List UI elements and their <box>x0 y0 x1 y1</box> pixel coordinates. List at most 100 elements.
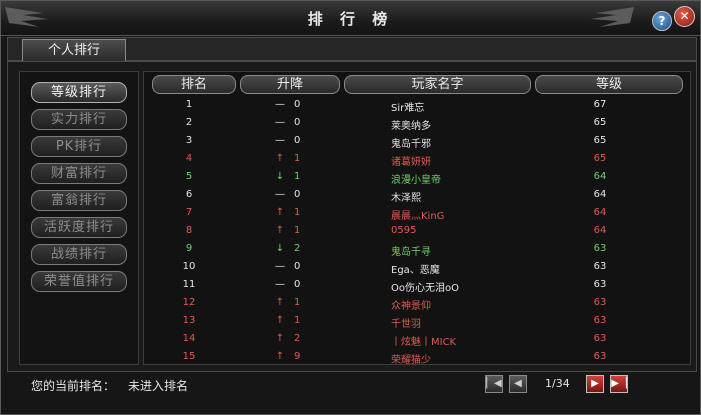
rank-cell: 5 <box>185 171 193 182</box>
title-bar[interactable]: 排 行 榜 ? ✕ <box>1 1 700 36</box>
table-row[interactable]: 12 ↑ 1 众神景仰 63 <box>144 295 690 313</box>
sidebar-item-1[interactable]: 实力排行 <box>31 109 127 130</box>
player-name: 众神景仰 <box>391 301 431 312</box>
change-arrow-icon: ↑ <box>275 333 285 344</box>
player-name: Sir难忘 <box>391 103 425 114</box>
player-name: 0595 <box>391 225 417 236</box>
ranking-content: 等级排行实力排行 PK排行财富排行富翁排行活跃度排行战绩排行荣誉值排行 排名 升降… <box>7 61 697 372</box>
next-page-button[interactable]: ▶ <box>586 375 604 393</box>
player-name: 鬼岛千邪 <box>391 139 431 150</box>
change-value: 1 <box>294 171 301 182</box>
change-value: 2 <box>294 333 301 344</box>
table-row[interactable]: 13 ↑ 1 千世羽 63 <box>144 313 690 331</box>
sidebar-item-6[interactable]: 战绩排行 <box>31 244 127 265</box>
rank-cell: 1 <box>185 99 193 110</box>
table-row[interactable]: 15 ↑ 9 荣耀猫少 63 <box>144 349 690 367</box>
rank-cell: 14 <box>182 333 196 344</box>
current-rank-label: 您的当前排名： <box>31 379 116 393</box>
rank-cell: 13 <box>182 315 196 326</box>
change-arrow-icon: ↑ <box>275 297 285 308</box>
next-page-icon: ▶ <box>591 378 599 389</box>
level-cell: 65 <box>593 153 607 164</box>
change-arrow-icon: — <box>275 189 285 200</box>
player-name: 诸葛妍妍 <box>391 157 431 168</box>
last-page-button[interactable]: ▶▕ <box>610 375 628 393</box>
sidebar-item-4[interactable]: 富翁排行 <box>31 190 127 211</box>
table-row[interactable]: 8 ↑ 1 0595 64 <box>144 223 690 241</box>
level-cell: 67 <box>593 99 607 110</box>
table-row[interactable]: 6 — 0 木泽熙 64 <box>144 187 690 205</box>
table-row[interactable]: 11 — 0 Oo伤心无泪oO 63 <box>144 277 690 295</box>
rank-cell: 3 <box>185 135 193 146</box>
rank-cell: 6 <box>185 189 193 200</box>
level-cell: 64 <box>593 171 607 182</box>
close-button[interactable]: ✕ <box>674 6 695 27</box>
player-name: 木泽熙 <box>391 193 421 204</box>
sidebar-item-5[interactable]: 活跃度排行 <box>31 217 127 238</box>
change-arrow-icon: — <box>275 279 285 290</box>
table-row[interactable]: 9 ↓ 2 鬼岛千寻 63 <box>144 241 690 259</box>
player-name: 荣耀猫少 <box>391 355 431 366</box>
tab-bar: 个人排行 <box>7 37 697 61</box>
first-page-icon: ▏◀ <box>486 378 502 389</box>
change-value: 0 <box>294 135 301 146</box>
rank-cell: 4 <box>185 153 193 164</box>
change-arrow-icon: ↑ <box>275 207 285 218</box>
table-row[interactable]: 5 ↓ 1 浪漫小皇帝 64 <box>144 169 690 187</box>
change-value: 0 <box>294 99 301 110</box>
change-value: 1 <box>294 225 301 236</box>
first-page-button[interactable]: ▏◀ <box>485 375 503 393</box>
rank-cell: 15 <box>182 351 196 362</box>
player-name: 莱奥纳多 <box>391 121 431 132</box>
table-row[interactable]: 1 — 0 Sir难忘 67 <box>144 97 690 115</box>
header-level[interactable]: 等级 <box>535 75 683 94</box>
change-arrow-icon: ↑ <box>275 225 285 236</box>
level-cell: 64 <box>593 189 607 200</box>
prev-page-icon: ◀ <box>514 378 522 389</box>
header-rank[interactable]: 排名 <box>152 75 236 94</box>
tab-personal-ranking[interactable]: 个人排行 <box>22 39 126 61</box>
player-name: 丨炫魅丨MICK <box>391 337 457 348</box>
help-button[interactable]: ? <box>652 11 672 31</box>
player-name: 浪漫小皇帝 <box>391 175 441 186</box>
level-cell: 65 <box>593 117 607 128</box>
rank-cell: 9 <box>185 243 193 254</box>
change-value: 0 <box>294 279 301 290</box>
ranking-category-sidebar: 等级排行实力排行 PK排行财富排行富翁排行活跃度排行战绩排行荣誉值排行 <box>19 71 139 365</box>
level-cell: 63 <box>593 333 607 344</box>
last-page-icon: ▶▕ <box>611 378 627 389</box>
change-value: 0 <box>294 261 301 272</box>
level-cell: 63 <box>593 351 607 362</box>
table-row[interactable]: 4 ↑ 1 诸葛妍妍 65 <box>144 151 690 169</box>
rank-cell: 7 <box>185 207 193 218</box>
sidebar-item-0[interactable]: 等级排行 <box>31 82 127 103</box>
sidebar-item-3[interactable]: 财富排行 <box>31 163 127 184</box>
level-cell: 63 <box>593 315 607 326</box>
header-change[interactable]: 升降 <box>240 75 340 94</box>
player-name: Ega、恶魔 <box>391 265 440 276</box>
player-name: Oo伤心无泪oO <box>391 283 459 294</box>
table-row[interactable]: 7 ↑ 1 晨晨灬KinG 64 <box>144 205 690 223</box>
rank-cell: 12 <box>182 297 196 308</box>
table-row[interactable]: 14 ↑ 2 丨炫魅丨MICK 63 <box>144 331 690 349</box>
change-arrow-icon: — <box>275 135 285 146</box>
change-value: 0 <box>294 117 301 128</box>
rank-cell: 10 <box>182 261 196 272</box>
page-indicator: 1/34 <box>545 377 570 390</box>
change-value: 2 <box>294 243 301 254</box>
close-icon: ✕ <box>679 9 690 23</box>
header-player-name[interactable]: 玩家名字 <box>344 75 531 94</box>
prev-page-button[interactable]: ◀ <box>509 375 527 393</box>
table-row[interactable]: 2 — 0 莱奥纳多 65 <box>144 115 690 133</box>
table-row[interactable]: 10 — 0 Ega、恶魔 63 <box>144 259 690 277</box>
change-arrow-icon: ↓ <box>275 171 285 182</box>
sidebar-item-2[interactable]: PK排行 <box>31 136 127 157</box>
change-arrow-icon: — <box>275 117 285 128</box>
change-arrow-icon: ↑ <box>275 315 285 326</box>
sidebar-item-7[interactable]: 荣誉值排行 <box>31 271 127 292</box>
question-icon: ? <box>658 14 666 28</box>
change-arrow-icon: — <box>275 99 285 110</box>
rank-cell: 11 <box>182 279 196 290</box>
level-cell: 64 <box>593 207 607 218</box>
table-row[interactable]: 3 — 0 鬼岛千邪 65 <box>144 133 690 151</box>
